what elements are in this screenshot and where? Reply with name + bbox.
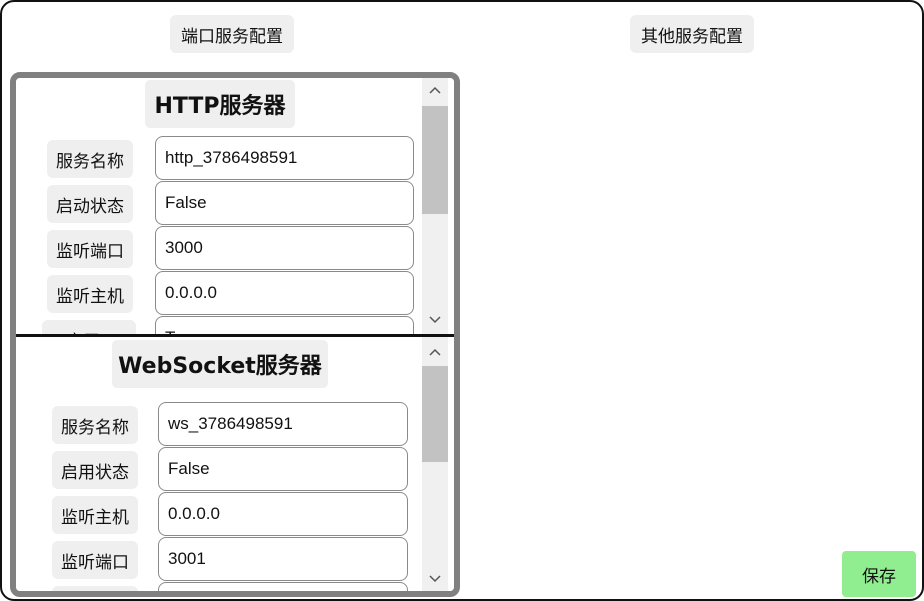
ws-next-field-label bbox=[52, 586, 138, 591]
http-service-name-input[interactable]: http_3786498591 bbox=[155, 136, 414, 180]
ws-listen-port-label: 监听端口 bbox=[52, 541, 138, 579]
http-listen-port-input[interactable]: 3000 bbox=[155, 226, 414, 270]
http-service-name-label: 服务名称 bbox=[47, 140, 133, 178]
http-start-status-input[interactable]: False bbox=[155, 181, 414, 225]
ws-enable-status-label: 启用状态 bbox=[52, 451, 138, 489]
http-section-title: HTTP服务器 bbox=[145, 80, 295, 128]
ws-scrollbar-thumb[interactable] bbox=[422, 366, 448, 462]
save-button[interactable]: 保存 bbox=[842, 551, 916, 597]
chevron-up-icon[interactable] bbox=[422, 342, 448, 362]
ws-next-field-input[interactable] bbox=[158, 582, 408, 591]
tab-port-service-config[interactable]: 端口服务配置 bbox=[170, 15, 294, 53]
ws-service-name-label: 服务名称 bbox=[52, 406, 138, 444]
websocket-section-title: WebSocket服务器 bbox=[112, 340, 328, 388]
http-scrollbar-thumb[interactable] bbox=[422, 106, 448, 214]
chevron-down-icon[interactable] bbox=[422, 310, 448, 330]
http-section-scrollbar[interactable] bbox=[422, 78, 448, 334]
ws-listen-port-input[interactable]: 3001 bbox=[158, 537, 408, 581]
chevron-down-icon[interactable] bbox=[422, 569, 448, 589]
http-listen-host-input[interactable]: 0.0.0.0 bbox=[155, 271, 414, 315]
ws-listen-host-label: 监听主机 bbox=[52, 496, 138, 534]
websocket-server-section: WebSocket服务器 服务名称 ws_3786498591 启用状态 Fal… bbox=[16, 337, 454, 591]
ws-service-name-input[interactable]: ws_3786498591 bbox=[158, 402, 408, 446]
chevron-up-icon[interactable] bbox=[422, 80, 448, 100]
ws-enable-status-input[interactable]: False bbox=[158, 447, 408, 491]
http-listen-port-label: 监听端口 bbox=[47, 230, 133, 268]
http-server-section: HTTP服务器 服务名称 http_3786498591 启动状态 False … bbox=[16, 78, 454, 334]
http-start-status-label: 启动状态 bbox=[47, 185, 133, 223]
http-listen-host-label: 监听主机 bbox=[47, 275, 133, 313]
ws-listen-host-input[interactable]: 0.0.0.0 bbox=[158, 492, 408, 536]
http-enable-label: 启用C bbox=[42, 320, 136, 334]
tab-other-service-config[interactable]: 其他服务配置 bbox=[630, 15, 754, 53]
app-window: 端口服务配置 其他服务配置 HTTP服务器 服务名称 http_37864985… bbox=[0, 0, 924, 601]
http-enable-input[interactable]: T bbox=[155, 316, 414, 334]
ws-section-scrollbar[interactable] bbox=[422, 337, 448, 591]
service-config-panel: HTTP服务器 服务名称 http_3786498591 启动状态 False … bbox=[10, 72, 460, 597]
